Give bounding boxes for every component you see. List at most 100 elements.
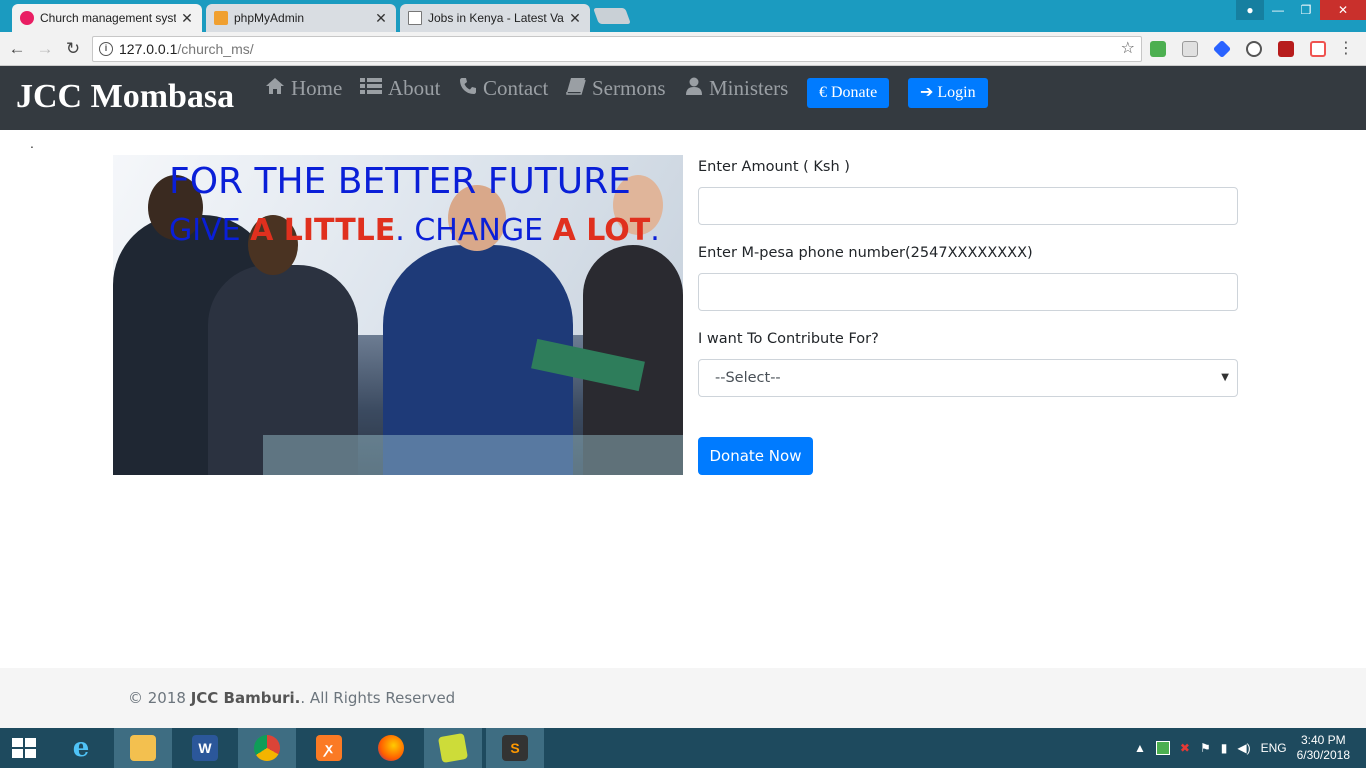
donation-banner-image: FOR THE BETTER FUTURE GIVE A LITTLE. CHA… <box>113 155 683 475</box>
close-tab-icon[interactable]: ✕ <box>374 10 388 27</box>
tab-title: Jobs in Kenya - Latest Va <box>428 11 564 25</box>
nav-link-sermons[interactable]: Sermons <box>566 76 666 101</box>
minimize-button[interactable]: — <box>1264 0 1292 20</box>
battery-icon[interactable]: ▮ <box>1221 741 1228 755</box>
sign-in-icon: ➔ <box>920 84 934 101</box>
reload-button[interactable]: ↻ <box>62 38 84 60</box>
close-tab-icon[interactable]: ✕ <box>180 10 194 27</box>
system-tray: ▲ ✖ ⚑ ▮ ◀) ENG 3:40 PM 6/30/2018 <box>1134 728 1366 768</box>
copyright-org: JCC Bamburi. <box>190 689 301 707</box>
pdf-extension-icon[interactable] <box>1278 41 1294 57</box>
nav-link-contact[interactable]: Contact <box>459 76 548 101</box>
word-taskbar-icon[interactable]: W <box>176 728 234 768</box>
maximize-button[interactable]: ❐ <box>1292 0 1320 20</box>
site-info-icon[interactable]: i <box>99 42 113 56</box>
close-window-button[interactable]: ✕ <box>1320 0 1366 20</box>
url-bar[interactable]: i 127.0.0.1/church_ms/ ☆ <box>92 36 1142 62</box>
nav-link-home[interactable]: Home <box>265 76 342 101</box>
nav-link-about[interactable]: About <box>360 76 441 101</box>
tagline-highlight: A LITTLE <box>250 213 396 248</box>
extension-icon[interactable] <box>1212 39 1232 59</box>
url-host: 127.0.0.1 <box>119 41 178 57</box>
banner-tagline: GIVE A LITTLE. CHANGE A LOT. <box>169 213 660 248</box>
purpose-label: I want To Contribute For? <box>698 331 879 347</box>
firefox-taskbar-icon[interactable] <box>362 728 420 768</box>
phpmyadmin-favicon-icon <box>214 11 228 25</box>
site-footer: © 2018 JCC Bamburi.. All Rights Reserved <box>0 668 1366 728</box>
user-icon <box>685 76 703 101</box>
action-center-flag-icon[interactable]: ⚑ <box>1200 741 1211 755</box>
amount-input[interactable] <box>698 187 1238 225</box>
file-explorer-taskbar-icon[interactable] <box>114 728 172 768</box>
profile-icon[interactable]: ● <box>1236 0 1264 20</box>
copyright-text: © 2018 JCC Bamburi.. All Rights Reserved <box>128 689 455 707</box>
site-favicon-icon <box>20 11 34 25</box>
tab-church-management[interactable]: Church management syst ✕ <box>12 4 202 32</box>
xampp-taskbar-icon[interactable]: ꭗ <box>300 728 358 768</box>
copyright-prefix: © 2018 <box>128 689 191 707</box>
stray-dot-text: . <box>30 135 34 151</box>
euro-icon: € <box>819 84 827 101</box>
list-icon <box>360 76 382 101</box>
site-navbar: JCC Mombasa Home About Contact Sermons M… <box>0 66 1366 130</box>
purpose-selected-value: --Select-- <box>715 370 781 386</box>
url-path: /church_ms/ <box>177 41 254 57</box>
sublime-text-taskbar-icon[interactable]: S <box>486 728 544 768</box>
forward-button[interactable]: → <box>34 38 56 60</box>
extension-icon[interactable] <box>1310 41 1326 57</box>
language-indicator[interactable]: ENG <box>1261 741 1287 755</box>
nav-link-ministers[interactable]: Ministers <box>685 76 788 101</box>
volume-icon[interactable]: ◀) <box>1237 741 1250 755</box>
phone-label: Enter M-pesa phone number(2547XXXXXXXX) <box>698 245 1033 261</box>
home-icon <box>265 76 285 101</box>
internet-explorer-taskbar-icon[interactable]: e <box>52 728 110 768</box>
nav-link-label: About <box>388 76 441 100</box>
nav-link-label: Sermons <box>592 76 666 100</box>
dropdown-caret-icon: ▼ <box>1221 372 1229 383</box>
windows-start-icon[interactable] <box>10 736 38 760</box>
network-icon[interactable]: ✖ <box>1180 741 1190 755</box>
close-tab-icon[interactable]: ✕ <box>568 10 582 27</box>
nav-link-label: Ministers <box>709 76 789 100</box>
tagline-text: GIVE <box>169 213 251 248</box>
extension-icon[interactable] <box>1246 41 1262 57</box>
chrome-taskbar-icon[interactable] <box>238 728 296 768</box>
login-nav-button[interactable]: ➔ Login <box>908 78 988 108</box>
tagline-text: . <box>650 213 660 248</box>
tagline-highlight: A LOT <box>552 213 651 248</box>
donate-now-button[interactable]: Donate Now <box>698 437 813 475</box>
donate-nav-button[interactable]: € Donate <box>807 78 890 108</box>
clock-time: 3:40 PM <box>1300 733 1346 747</box>
tab-title: Church management syst <box>40 11 176 25</box>
copyright-suffix: . All Rights Reserved <box>300 689 456 707</box>
tray-overflow-icon[interactable]: ▲ <box>1134 741 1146 755</box>
amount-label: Enter Amount ( Ksh ) <box>698 159 850 175</box>
window-controls: ● — ❐ ✕ <box>1236 0 1366 20</box>
extension-icon[interactable] <box>1182 41 1198 57</box>
book-icon <box>566 76 586 101</box>
address-toolbar: ← → ↻ i 127.0.0.1/church_ms/ ☆ ⋮ <box>0 32 1366 66</box>
donate-label: Donate <box>831 84 878 101</box>
login-label: Login <box>937 84 976 101</box>
clock-date: 6/30/2018 <box>1296 748 1350 762</box>
phone-input[interactable] <box>698 273 1238 311</box>
nav-link-label: Contact <box>483 76 549 100</box>
bookmark-star-icon[interactable]: ☆ <box>1121 37 1135 61</box>
banner-headline: FOR THE BETTER FUTURE <box>169 161 631 202</box>
page-favicon-icon <box>408 11 422 25</box>
tab-title: phpMyAdmin <box>234 11 305 25</box>
clock[interactable]: 3:40 PM 6/30/2018 <box>1297 733 1350 763</box>
tab-jobs-in-kenya[interactable]: Jobs in Kenya - Latest Va ✕ <box>400 4 590 32</box>
back-button[interactable]: ← <box>6 38 28 60</box>
tagline-text: . CHANGE <box>395 213 553 248</box>
browser-menu-icon[interactable]: ⋮ <box>1338 40 1354 58</box>
purpose-select[interactable]: --Select-- ▼ <box>698 359 1238 397</box>
tray-app-icon[interactable] <box>1155 741 1170 755</box>
nav-link-label: Home <box>291 76 343 100</box>
brand-logo[interactable]: JCC Mombasa <box>16 78 234 116</box>
notes-taskbar-icon[interactable] <box>424 728 482 768</box>
new-tab-button[interactable] <box>593 8 631 24</box>
tab-phpmyadmin[interactable]: phpMyAdmin ✕ <box>206 4 396 32</box>
extension-icon[interactable] <box>1150 41 1166 57</box>
browser-tab-strip: Church management syst ✕ phpMyAdmin ✕ Jo… <box>0 0 1366 32</box>
